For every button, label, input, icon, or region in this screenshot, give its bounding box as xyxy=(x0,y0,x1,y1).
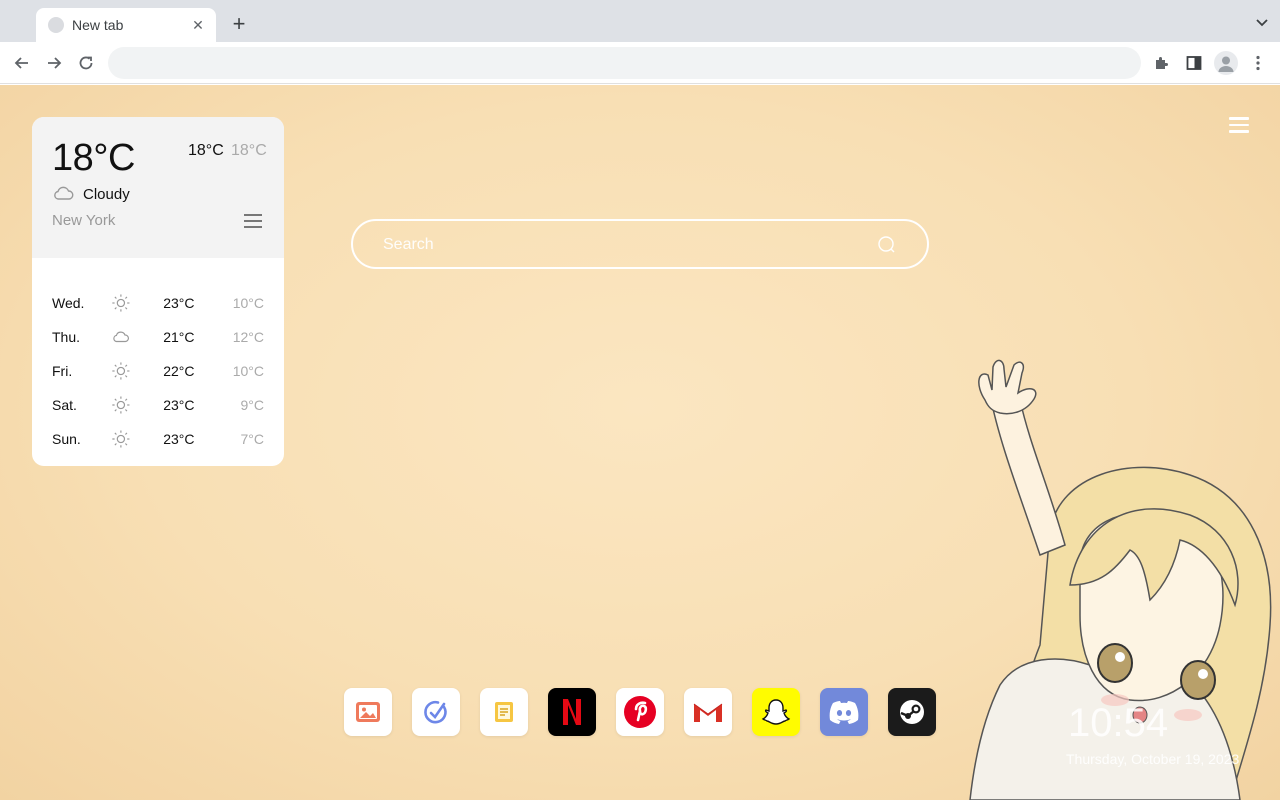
today-low: 18°C xyxy=(231,142,267,159)
browser-toolbar xyxy=(0,42,1280,84)
chevron-down-icon[interactable] xyxy=(1254,14,1270,30)
new-tab-page: 18°C 18°C 18°C Cloudy New York Wed. 23°C… xyxy=(0,85,1280,800)
weather-current: 18°C 18°C 18°C Cloudy New York xyxy=(32,117,284,258)
sun-icon xyxy=(112,362,130,380)
profile-avatar[interactable] xyxy=(1214,51,1238,75)
forecast-row: Fri. 22°C 10°C xyxy=(52,354,264,388)
weather-condition: Cloudy xyxy=(83,186,130,203)
clock-date: Thursday, October 19, 2023 xyxy=(1066,751,1240,767)
forecast-high: 23°C xyxy=(163,295,195,311)
sun-icon xyxy=(112,396,130,414)
tab-title: New tab xyxy=(72,17,124,33)
steam-icon xyxy=(900,700,924,724)
reload-icon[interactable] xyxy=(76,53,96,73)
today-high: 18°C xyxy=(188,142,224,159)
search-icon[interactable] xyxy=(877,235,897,255)
search-box xyxy=(351,219,929,269)
forecast-high: 23°C xyxy=(163,397,195,413)
forecast-day: Fri. xyxy=(52,363,73,379)
forecast-low: 10°C xyxy=(232,363,264,379)
discord-app[interactable] xyxy=(820,688,868,736)
cloud-icon xyxy=(54,186,74,200)
forecast-day: Thu. xyxy=(52,329,81,345)
weather-forecast: Wed. 23°C 10°C Thu. 21°C 12°C Fri. 22°C … xyxy=(32,258,284,456)
extensions-puzzle-icon[interactable] xyxy=(1152,53,1172,73)
forecast-row: Thu. 21°C 12°C xyxy=(52,320,264,354)
forecast-high: 21°C xyxy=(163,329,195,345)
forecast-high: 22°C xyxy=(163,363,195,379)
weather-menu-icon[interactable] xyxy=(244,214,262,228)
tab-strip: New tab ✕ + xyxy=(0,0,1280,42)
new-tab-button[interactable]: + xyxy=(228,13,250,35)
pinterest-app[interactable] xyxy=(616,688,664,736)
forecast-high: 23°C xyxy=(163,431,195,447)
search-input[interactable] xyxy=(383,233,863,257)
snapchat-app[interactable] xyxy=(752,688,800,736)
app-dock xyxy=(344,688,956,736)
snapchat-icon xyxy=(761,699,791,725)
netflix-app[interactable] xyxy=(548,688,596,736)
gmail-icon xyxy=(693,703,723,722)
pinterest-icon xyxy=(624,696,656,728)
forecast-low: 9°C xyxy=(240,397,265,413)
forecast-day: Wed. xyxy=(52,295,85,311)
forecast-low: 7°C xyxy=(240,431,265,447)
forecast-row: Wed. 23°C 10°C xyxy=(52,286,264,320)
notes-icon xyxy=(495,702,513,722)
tab-favicon-icon xyxy=(48,17,64,33)
notes-app[interactable] xyxy=(480,688,528,736)
address-bar[interactable] xyxy=(108,47,1141,79)
weather-city: New York xyxy=(52,212,116,229)
side-panel-icon[interactable] xyxy=(1184,53,1204,73)
clock-time: 10:54 xyxy=(1068,701,1169,745)
tab-close-icon[interactable]: ✕ xyxy=(190,17,206,34)
sun-icon xyxy=(112,294,130,312)
forecast-low: 10°C xyxy=(232,295,264,311)
more-vert-icon[interactable] xyxy=(1248,53,1268,73)
netflix-icon xyxy=(563,699,581,725)
weather-widget: 18°C 18°C 18°C Cloudy New York Wed. 23°C… xyxy=(32,117,284,466)
forecast-day: Sat. xyxy=(52,397,77,413)
forecast-low: 12°C xyxy=(232,329,264,345)
forward-arrow-icon[interactable] xyxy=(44,53,64,73)
person-icon xyxy=(1218,56,1234,72)
image-icon xyxy=(356,702,380,722)
forecast-day: Sun. xyxy=(52,431,81,447)
steam-app[interactable] xyxy=(888,688,936,736)
gmail-app[interactable] xyxy=(684,688,732,736)
forecast-row: Sat. 23°C 9°C xyxy=(52,388,264,422)
cloud-icon xyxy=(113,331,130,343)
tab-new-tab[interactable]: New tab ✕ xyxy=(36,8,216,42)
back-arrow-icon[interactable] xyxy=(12,53,32,73)
hamburger-menu-icon[interactable] xyxy=(1229,117,1249,133)
gallery-app[interactable] xyxy=(344,688,392,736)
tasks-app[interactable] xyxy=(412,688,460,736)
discord-icon xyxy=(829,701,859,724)
sun-icon xyxy=(112,430,130,448)
forecast-row: Sun. 23°C 7°C xyxy=(52,422,264,456)
check-icon xyxy=(424,700,447,724)
current-temperature: 18°C xyxy=(52,137,135,179)
